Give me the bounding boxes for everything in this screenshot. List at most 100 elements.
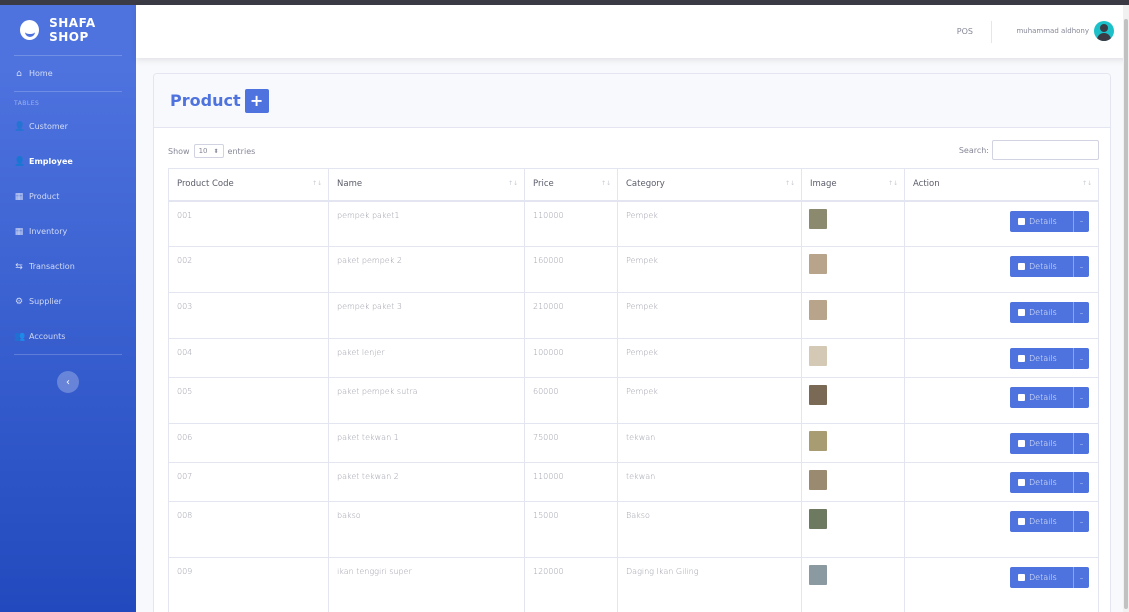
product-name-cell: paket tekwan 1: [328, 423, 525, 463]
table-row[interactable]: 002 paket pempek 2 160000 Pempek Details –: [168, 246, 1099, 293]
exchange-icon: ⇆: [15, 261, 23, 272]
dropdown-toggle-icon[interactable]: –: [1073, 302, 1089, 323]
sort-icon: ↑↓: [311, 180, 322, 187]
image-cell: [801, 557, 905, 612]
column-header-category[interactable]: Category ↑↓: [617, 168, 802, 202]
sidebar-item-label: Customer: [29, 122, 68, 131]
dropdown-toggle-icon[interactable]: –: [1073, 567, 1089, 588]
dropdown-toggle-icon[interactable]: –: [1073, 210, 1089, 232]
details-button[interactable]: Details –: [1010, 348, 1089, 369]
table-icon: ▦: [14, 226, 24, 237]
column-header-label: Action: [913, 179, 940, 190]
table-row[interactable]: 006 paket tekwan 1 75000 tekwan Details –: [168, 423, 1099, 463]
dropdown-toggle-icon[interactable]: –: [1073, 348, 1089, 369]
topbar: POS muhammad aldhony: [136, 5, 1129, 58]
list-icon: [1018, 263, 1025, 270]
product-name-cell: pempek paket1: [328, 200, 525, 247]
action-cell: Details –: [904, 501, 1099, 558]
details-button[interactable]: Details –: [1010, 387, 1089, 408]
entries-select-value: 10: [198, 147, 208, 155]
search-input[interactable]: [992, 140, 1099, 160]
user-icon: 👤: [14, 121, 26, 132]
sidebar-item-supplier[interactable]: ⚙ Supplier: [0, 284, 136, 319]
details-button[interactable]: Details –: [1010, 433, 1089, 454]
dropdown-toggle-icon[interactable]: –: [1073, 511, 1089, 532]
product-name-cell: ikan tenggiri super: [328, 557, 525, 612]
product-thumbnail: [809, 385, 827, 405]
sidebar-toggle-button[interactable]: ‹: [57, 371, 79, 393]
product-code-cell: 006: [168, 423, 329, 463]
sidebar-item-label: Product: [29, 192, 60, 201]
search-control: Search:: [959, 140, 1099, 160]
dropdown-toggle-icon[interactable]: –: [1073, 256, 1089, 277]
page-scrollbar[interactable]: [1123, 5, 1129, 612]
column-header-product-code[interactable]: Product Code ↑↓: [168, 168, 329, 202]
table-row[interactable]: 004 paket lenjer 100000 Pempek Details –: [168, 338, 1099, 378]
users-icon: 👥: [14, 331, 26, 342]
details-label: Details: [1029, 308, 1057, 317]
sidebar-item-employee[interactable]: 👤 Employee: [0, 144, 136, 179]
product-code-cell: 004: [168, 338, 329, 378]
table-row[interactable]: 003 pempek paket 3 210000 Pempek Details –: [168, 292, 1099, 339]
price-cell: 110000: [524, 462, 618, 502]
category-cell: Pempek: [617, 200, 802, 247]
price-cell: 60000: [524, 377, 618, 424]
dropdown-toggle-icon[interactable]: –: [1073, 433, 1089, 454]
table-row[interactable]: 005 paket pempek sutra 60000 Pempek Details –: [168, 377, 1099, 424]
details-label: Details: [1029, 478, 1057, 487]
table-row[interactable]: 001 pempek paket1 110000 Pempek Details –: [168, 200, 1099, 247]
sidebar-item-label: Inventory: [29, 227, 68, 236]
sidebar-heading: TABLES: [14, 100, 40, 107]
column-header-label: Image: [810, 179, 837, 190]
list-icon: [1018, 355, 1025, 362]
table-row[interactable]: 007 paket tekwan 2 110000 tekwan Details –: [168, 462, 1099, 502]
details-button[interactable]: Details –: [1010, 302, 1089, 323]
sidebar-item-inventory[interactable]: ▦ Inventory: [0, 214, 136, 249]
details-button[interactable]: Details –: [1010, 567, 1089, 588]
pos-link[interactable]: POS: [957, 27, 973, 36]
column-header-action[interactable]: Action ↑↓: [904, 168, 1099, 202]
list-icon: [1018, 217, 1025, 225]
price-cell: 210000: [524, 292, 618, 339]
column-header-image[interactable]: Image ↑↓: [801, 168, 905, 202]
avatar[interactable]: [1094, 21, 1114, 41]
scrollbar-thumb[interactable]: [1124, 19, 1128, 609]
details-button[interactable]: Details –: [1010, 511, 1089, 532]
sidebar-item-home[interactable]: ⌂ Home: [0, 56, 136, 91]
price-cell: 160000: [524, 246, 618, 293]
details-label: Details: [1029, 517, 1057, 526]
category-cell: Bakso: [617, 501, 802, 558]
details-button[interactable]: Details –: [1010, 210, 1089, 232]
smile-logo-icon: [20, 20, 40, 40]
action-cell: Details –: [904, 557, 1099, 612]
action-cell: Details –: [904, 462, 1099, 502]
details-label: Details: [1029, 439, 1057, 448]
action-cell: Details –: [904, 292, 1099, 339]
sidebar-item-product[interactable]: ▦ Product: [0, 179, 136, 214]
table-row[interactable]: 008 bakso 15000 Bakso Details –: [168, 501, 1099, 558]
product-name-cell: bakso: [328, 501, 525, 558]
add-product-button[interactable]: +: [244, 88, 269, 113]
column-header-name[interactable]: Name ↑↓: [328, 168, 525, 202]
dropdown-toggle-icon[interactable]: –: [1073, 387, 1089, 408]
column-header-price[interactable]: Price ↑↓: [524, 168, 618, 202]
dropdown-toggle-icon[interactable]: –: [1073, 472, 1089, 493]
table-icon: ▦: [14, 191, 24, 202]
card-header: Product +: [154, 74, 1110, 128]
sidebar-brand[interactable]: SHAFA SHOP: [0, 5, 136, 55]
details-button[interactable]: Details –: [1010, 472, 1089, 493]
action-cell: Details –: [904, 423, 1099, 463]
sidebar-item-customer[interactable]: 👤 Customer: [0, 109, 136, 144]
entries-select[interactable]: 10 ⬍: [193, 144, 224, 158]
product-name-cell: pempek paket 3: [328, 292, 525, 339]
sidebar-item-transaction[interactable]: ⇆ Transaction: [0, 249, 136, 284]
user-name[interactable]: muhammad aldhony: [1016, 27, 1089, 35]
sidebar-item-accounts[interactable]: 👥 Accounts: [0, 319, 136, 354]
column-header-label: Product Code: [177, 179, 234, 190]
action-cell: Details –: [904, 338, 1099, 378]
table-row[interactable]: 009 ikan tenggiri super 120000 Daging Ikan …: [168, 557, 1099, 612]
category-cell: Pempek: [617, 338, 802, 378]
details-button[interactable]: Details –: [1010, 256, 1089, 277]
details-label: Details: [1029, 393, 1057, 402]
product-name-cell: paket tekwan 2: [328, 462, 525, 502]
